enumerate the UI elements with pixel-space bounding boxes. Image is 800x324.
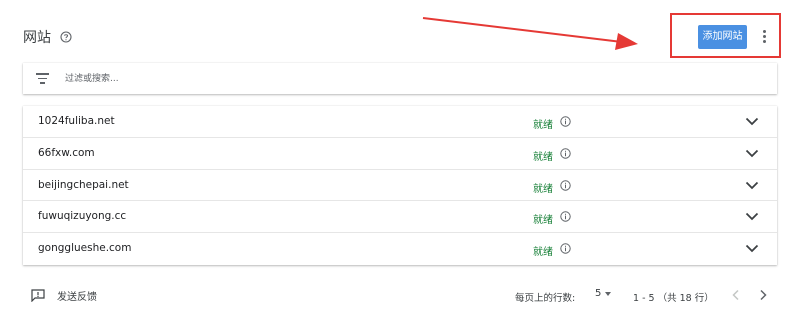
status-badge: 就绪 [533,247,553,259]
info-icon[interactable] [560,211,571,223]
rows-per-page-select[interactable]: 5 [595,288,612,299]
filter-search-input[interactable] [65,70,665,87]
site-domain: beijingchepai.net [38,178,129,191]
site-domain: 66fxw.com [38,146,95,159]
status-badge: 就绪 [533,183,553,195]
chevron-down-icon[interactable] [745,117,759,126]
info-icon[interactable] [560,243,571,254]
send-feedback-link[interactable]: 发送反馈 [31,288,97,303]
chevron-left-icon[interactable] [731,289,741,301]
site-domain: gongglueshe.com [38,242,132,255]
filter-bar [23,63,777,94]
status-badge: 就绪 [533,215,553,227]
feedback-label: 发送反馈 [57,292,97,303]
site-list: 1024fuliba.net 就绪 66fxw.com 就绪 beijingch… [23,106,777,265]
site-row[interactable]: 66fxw.com 就绪 [23,138,777,170]
help-circle-icon[interactable] [60,31,72,43]
feedback-icon [31,289,45,302]
add-website-button[interactable]: 添加网站 [698,25,747,49]
info-icon[interactable] [560,179,571,191]
chevron-right-icon[interactable] [758,289,768,301]
caret-down-icon [605,291,612,296]
chevron-down-icon[interactable] [745,149,759,158]
info-icon[interactable] [560,148,571,159]
site-domain: 1024fuliba.net [38,115,115,127]
rows-per-page-label: 每页上的行数: [515,293,576,304]
status-badge: 就绪 [533,151,553,163]
websites-page: 网站 添加网站 1024fuliba.net 就绪 66fxw.com 就绪 [0,0,800,324]
chevron-down-icon[interactable] [745,212,759,221]
rows-per-page-value: 5 [595,288,602,299]
chevron-down-icon[interactable] [745,181,759,190]
site-domain: fuwuqizuyong.cc [38,210,127,223]
pagination-range: 1 - 5 （共 18 行） [633,293,714,304]
info-icon[interactable] [560,116,571,127]
page-title: 网站 [23,30,51,46]
site-row[interactable]: 1024fuliba.net 就绪 [23,106,777,138]
status-badge: 就绪 [533,120,553,131]
site-row[interactable]: beijingchepai.net 就绪 [23,170,777,202]
site-row[interactable]: gongglueshe.com 就绪 [23,233,777,265]
filter-list-icon[interactable] [36,73,49,84]
chevron-down-icon[interactable] [745,244,759,253]
more-vert-icon[interactable] [757,28,771,46]
site-row[interactable]: fuwuqizuyong.cc 就绪 [23,201,777,234]
